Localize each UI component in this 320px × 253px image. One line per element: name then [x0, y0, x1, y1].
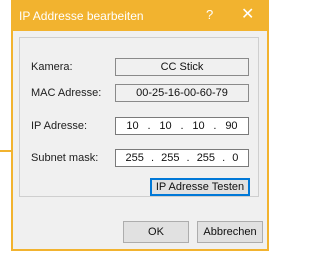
mac-field: 00-25-16-00-60-79 — [115, 84, 249, 102]
ip-edit-dialog: IP Addresse bearbeiten ? ✕ Kamera: CC St… — [11, 0, 269, 251]
close-icon[interactable]: ✕ — [241, 5, 254, 25]
subnet-octet-2[interactable]: 255 — [161, 150, 179, 166]
ip-address-field[interactable]: 10 . 10 . 10 . 90 — [115, 117, 249, 135]
ip-octet-4[interactable]: 90 — [225, 118, 237, 134]
form-panel: Kamera: CC Stick MAC Adresse: 00-25-16-0… — [19, 37, 259, 197]
subnet-label: Subnet mask: — [31, 152, 99, 164]
help-icon[interactable]: ? — [206, 6, 213, 24]
screen: IP Addresse bearbeiten ? ✕ Kamera: CC St… — [0, 0, 271, 253]
window-title: IP Addresse bearbeiten — [19, 9, 144, 23]
cancel-button[interactable]: Abbrechen — [197, 221, 263, 243]
kamera-label: Kamera: — [31, 61, 73, 73]
ip-octet-3[interactable]: 10 — [192, 118, 204, 134]
title-bar[interactable]: IP Addresse bearbeiten ? ✕ — [13, 2, 267, 31]
subnet-dot-1: . — [150, 152, 155, 164]
ok-button[interactable]: OK — [123, 221, 189, 243]
test-ip-button[interactable]: IP Adresse Testen — [150, 178, 250, 196]
subnet-octet-1[interactable]: 255 — [126, 150, 144, 166]
ip-dot-2: . — [180, 120, 184, 132]
subnet-octet-3[interactable]: 255 — [197, 150, 215, 166]
mac-label: MAC Adresse: — [31, 87, 102, 99]
kamera-field: CC Stick — [115, 58, 249, 76]
subnet-mask-field[interactable]: 255 . 255 . 255 . 0 — [115, 149, 249, 167]
ip-dot-3: . — [213, 120, 217, 132]
ip-octet-2[interactable]: 10 — [159, 118, 171, 134]
subnet-dot-3: . — [222, 152, 226, 164]
ip-dot-1: . — [147, 120, 151, 132]
ip-octet-1[interactable]: 10 — [126, 118, 138, 134]
subnet-octet-4[interactable]: 0 — [232, 150, 238, 166]
ip-label: IP Adresse: — [31, 120, 88, 132]
subnet-dot-2: . — [186, 152, 190, 164]
